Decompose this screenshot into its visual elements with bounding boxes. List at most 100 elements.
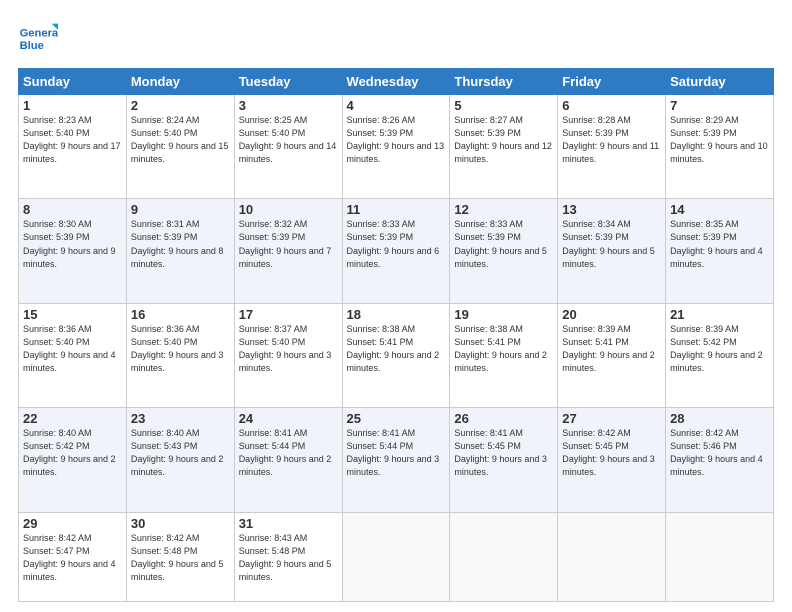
daylight-label: Daylight: 9 hours and 4 minutes.	[670, 246, 763, 269]
day-number: 8	[23, 202, 122, 217]
sunrise-label: Sunrise: 8:32 AM	[239, 219, 308, 229]
day-info: Sunrise: 8:23 AM Sunset: 5:40 PM Dayligh…	[23, 114, 122, 166]
col-header-saturday: Saturday	[666, 69, 774, 95]
daylight-label: Daylight: 9 hours and 3 minutes.	[562, 454, 655, 477]
sunset-label: Sunset: 5:39 PM	[454, 232, 521, 242]
logo: General Blue	[18, 18, 58, 58]
sunset-label: Sunset: 5:44 PM	[239, 441, 306, 451]
day-info: Sunrise: 8:24 AM Sunset: 5:40 PM Dayligh…	[131, 114, 230, 166]
day-info: Sunrise: 8:38 AM Sunset: 5:41 PM Dayligh…	[347, 323, 446, 375]
col-header-friday: Friday	[558, 69, 666, 95]
day-number: 20	[562, 307, 661, 322]
daylight-label: Daylight: 9 hours and 5 minutes.	[562, 246, 655, 269]
calendar-table: SundayMondayTuesdayWednesdayThursdayFrid…	[18, 68, 774, 602]
daylight-label: Daylight: 9 hours and 2 minutes.	[239, 454, 332, 477]
day-info: Sunrise: 8:36 AM Sunset: 5:40 PM Dayligh…	[131, 323, 230, 375]
day-info: Sunrise: 8:40 AM Sunset: 5:43 PM Dayligh…	[131, 427, 230, 479]
day-info: Sunrise: 8:42 AM Sunset: 5:48 PM Dayligh…	[131, 532, 230, 584]
day-info: Sunrise: 8:37 AM Sunset: 5:40 PM Dayligh…	[239, 323, 338, 375]
daylight-label: Daylight: 9 hours and 10 minutes.	[670, 141, 768, 164]
day-number: 31	[239, 516, 338, 531]
day-number: 12	[454, 202, 553, 217]
daylight-label: Daylight: 9 hours and 4 minutes.	[23, 350, 116, 373]
day-number: 24	[239, 411, 338, 426]
day-number: 22	[23, 411, 122, 426]
daylight-label: Daylight: 9 hours and 9 minutes.	[23, 246, 116, 269]
daylight-label: Daylight: 9 hours and 5 minutes.	[131, 559, 224, 582]
day-info: Sunrise: 8:42 AM Sunset: 5:47 PM Dayligh…	[23, 532, 122, 584]
day-info: Sunrise: 8:35 AM Sunset: 5:39 PM Dayligh…	[670, 218, 769, 270]
calendar-cell: 8 Sunrise: 8:30 AM Sunset: 5:39 PM Dayli…	[19, 199, 127, 303]
calendar-cell: 22 Sunrise: 8:40 AM Sunset: 5:42 PM Dayl…	[19, 408, 127, 512]
sunset-label: Sunset: 5:40 PM	[131, 337, 198, 347]
day-info: Sunrise: 8:36 AM Sunset: 5:40 PM Dayligh…	[23, 323, 122, 375]
sunset-label: Sunset: 5:40 PM	[239, 337, 306, 347]
day-info: Sunrise: 8:30 AM Sunset: 5:39 PM Dayligh…	[23, 218, 122, 270]
sunset-label: Sunset: 5:45 PM	[562, 441, 629, 451]
calendar-cell	[342, 512, 450, 601]
calendar-cell: 10 Sunrise: 8:32 AM Sunset: 5:39 PM Dayl…	[234, 199, 342, 303]
sunset-label: Sunset: 5:39 PM	[670, 128, 737, 138]
sunset-label: Sunset: 5:39 PM	[347, 128, 414, 138]
calendar-cell: 23 Sunrise: 8:40 AM Sunset: 5:43 PM Dayl…	[126, 408, 234, 512]
calendar-week-2: 8 Sunrise: 8:30 AM Sunset: 5:39 PM Dayli…	[19, 199, 774, 303]
sunset-label: Sunset: 5:44 PM	[347, 441, 414, 451]
sunset-label: Sunset: 5:39 PM	[454, 128, 521, 138]
day-number: 4	[347, 98, 446, 113]
sunrise-label: Sunrise: 8:41 AM	[239, 428, 308, 438]
daylight-label: Daylight: 9 hours and 4 minutes.	[23, 559, 116, 582]
sunset-label: Sunset: 5:40 PM	[131, 128, 198, 138]
day-info: Sunrise: 8:26 AM Sunset: 5:39 PM Dayligh…	[347, 114, 446, 166]
sunset-label: Sunset: 5:39 PM	[670, 232, 737, 242]
day-number: 9	[131, 202, 230, 217]
day-number: 23	[131, 411, 230, 426]
sunrise-label: Sunrise: 8:39 AM	[562, 324, 631, 334]
sunrise-label: Sunrise: 8:36 AM	[23, 324, 92, 334]
sunrise-label: Sunrise: 8:27 AM	[454, 115, 523, 125]
calendar-cell: 6 Sunrise: 8:28 AM Sunset: 5:39 PM Dayli…	[558, 95, 666, 199]
day-number: 27	[562, 411, 661, 426]
day-info: Sunrise: 8:41 AM Sunset: 5:45 PM Dayligh…	[454, 427, 553, 479]
sunrise-label: Sunrise: 8:42 AM	[670, 428, 739, 438]
sunrise-label: Sunrise: 8:40 AM	[23, 428, 92, 438]
daylight-label: Daylight: 9 hours and 3 minutes.	[239, 350, 332, 373]
day-number: 14	[670, 202, 769, 217]
sunset-label: Sunset: 5:39 PM	[239, 232, 306, 242]
day-info: Sunrise: 8:43 AM Sunset: 5:48 PM Dayligh…	[239, 532, 338, 584]
day-info: Sunrise: 8:39 AM Sunset: 5:41 PM Dayligh…	[562, 323, 661, 375]
sunset-label: Sunset: 5:40 PM	[23, 128, 90, 138]
daylight-label: Daylight: 9 hours and 3 minutes.	[131, 350, 224, 373]
daylight-label: Daylight: 9 hours and 8 minutes.	[131, 246, 224, 269]
day-number: 28	[670, 411, 769, 426]
sunrise-label: Sunrise: 8:41 AM	[454, 428, 523, 438]
day-number: 15	[23, 307, 122, 322]
daylight-label: Daylight: 9 hours and 2 minutes.	[347, 350, 440, 373]
sunrise-label: Sunrise: 8:36 AM	[131, 324, 200, 334]
calendar-cell: 31 Sunrise: 8:43 AM Sunset: 5:48 PM Dayl…	[234, 512, 342, 601]
calendar-cell: 24 Sunrise: 8:41 AM Sunset: 5:44 PM Dayl…	[234, 408, 342, 512]
day-number: 30	[131, 516, 230, 531]
daylight-label: Daylight: 9 hours and 13 minutes.	[347, 141, 445, 164]
daylight-label: Daylight: 9 hours and 4 minutes.	[670, 454, 763, 477]
calendar-cell	[558, 512, 666, 601]
day-info: Sunrise: 8:42 AM Sunset: 5:45 PM Dayligh…	[562, 427, 661, 479]
calendar-cell: 11 Sunrise: 8:33 AM Sunset: 5:39 PM Dayl…	[342, 199, 450, 303]
day-info: Sunrise: 8:25 AM Sunset: 5:40 PM Dayligh…	[239, 114, 338, 166]
sunrise-label: Sunrise: 8:33 AM	[454, 219, 523, 229]
calendar-cell: 19 Sunrise: 8:38 AM Sunset: 5:41 PM Dayl…	[450, 303, 558, 407]
sunrise-label: Sunrise: 8:42 AM	[23, 533, 92, 543]
day-number: 11	[347, 202, 446, 217]
day-number: 2	[131, 98, 230, 113]
sunset-label: Sunset: 5:39 PM	[347, 232, 414, 242]
day-info: Sunrise: 8:28 AM Sunset: 5:39 PM Dayligh…	[562, 114, 661, 166]
sunrise-label: Sunrise: 8:34 AM	[562, 219, 631, 229]
day-info: Sunrise: 8:39 AM Sunset: 5:42 PM Dayligh…	[670, 323, 769, 375]
calendar-header-row: SundayMondayTuesdayWednesdayThursdayFrid…	[19, 69, 774, 95]
sunset-label: Sunset: 5:45 PM	[454, 441, 521, 451]
calendar-cell: 27 Sunrise: 8:42 AM Sunset: 5:45 PM Dayl…	[558, 408, 666, 512]
day-number: 26	[454, 411, 553, 426]
daylight-label: Daylight: 9 hours and 2 minutes.	[454, 350, 547, 373]
calendar-cell: 28 Sunrise: 8:42 AM Sunset: 5:46 PM Dayl…	[666, 408, 774, 512]
calendar-cell: 9 Sunrise: 8:31 AM Sunset: 5:39 PM Dayli…	[126, 199, 234, 303]
sunset-label: Sunset: 5:47 PM	[23, 546, 90, 556]
